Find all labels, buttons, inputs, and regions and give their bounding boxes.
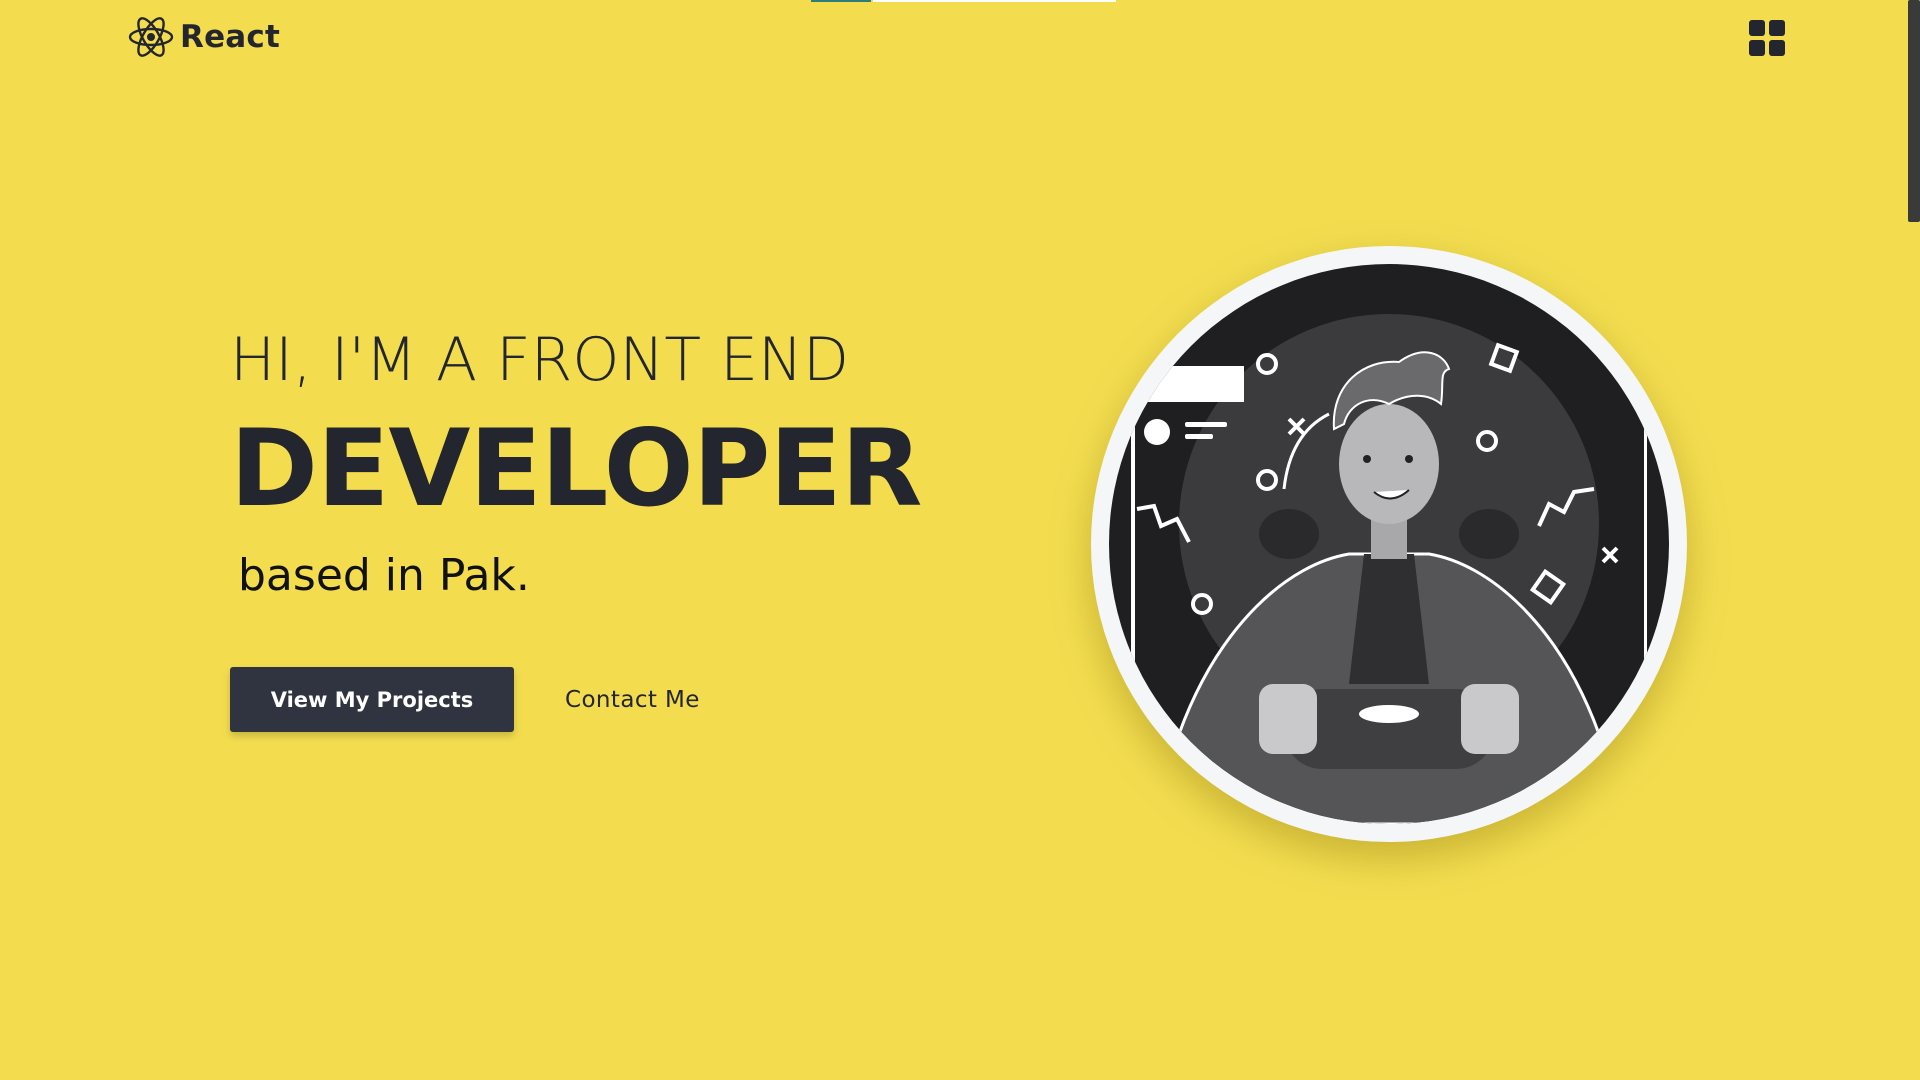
hero-intro: HI, I'M A FRONT END xyxy=(230,325,850,395)
hero-actions: View My Projects Contact Me xyxy=(230,667,700,732)
top-accent-line-light xyxy=(873,0,1116,2)
react-atom-icon xyxy=(128,16,174,58)
illustration-graphic xyxy=(1109,264,1669,824)
grid-menu-cell xyxy=(1749,40,1765,56)
hero-text: HI, I'M A FRONT END DEVELOPER based in P… xyxy=(230,325,922,601)
brand-name: React xyxy=(180,19,281,55)
grid-menu-icon[interactable] xyxy=(1749,20,1785,56)
developer-gaming-illustration xyxy=(1091,246,1687,842)
contact-me-button[interactable]: Contact Me xyxy=(565,687,700,713)
top-accent-line xyxy=(811,0,871,2)
hero-location: based in Pak. xyxy=(238,550,530,601)
scrollbar-thumb[interactable] xyxy=(1908,0,1920,222)
page: React HI, I'M A FRONT END DEVELOPER base… xyxy=(0,0,1920,1080)
grid-menu-cell xyxy=(1769,20,1785,36)
view-projects-button[interactable]: View My Projects xyxy=(230,667,514,732)
brand-logo[interactable]: React xyxy=(128,16,280,58)
hero-title: DEVELOPER xyxy=(230,407,922,530)
grid-menu-cell xyxy=(1769,40,1785,56)
scrollbar[interactable] xyxy=(1906,0,1920,1080)
grid-menu-cell xyxy=(1749,20,1765,36)
